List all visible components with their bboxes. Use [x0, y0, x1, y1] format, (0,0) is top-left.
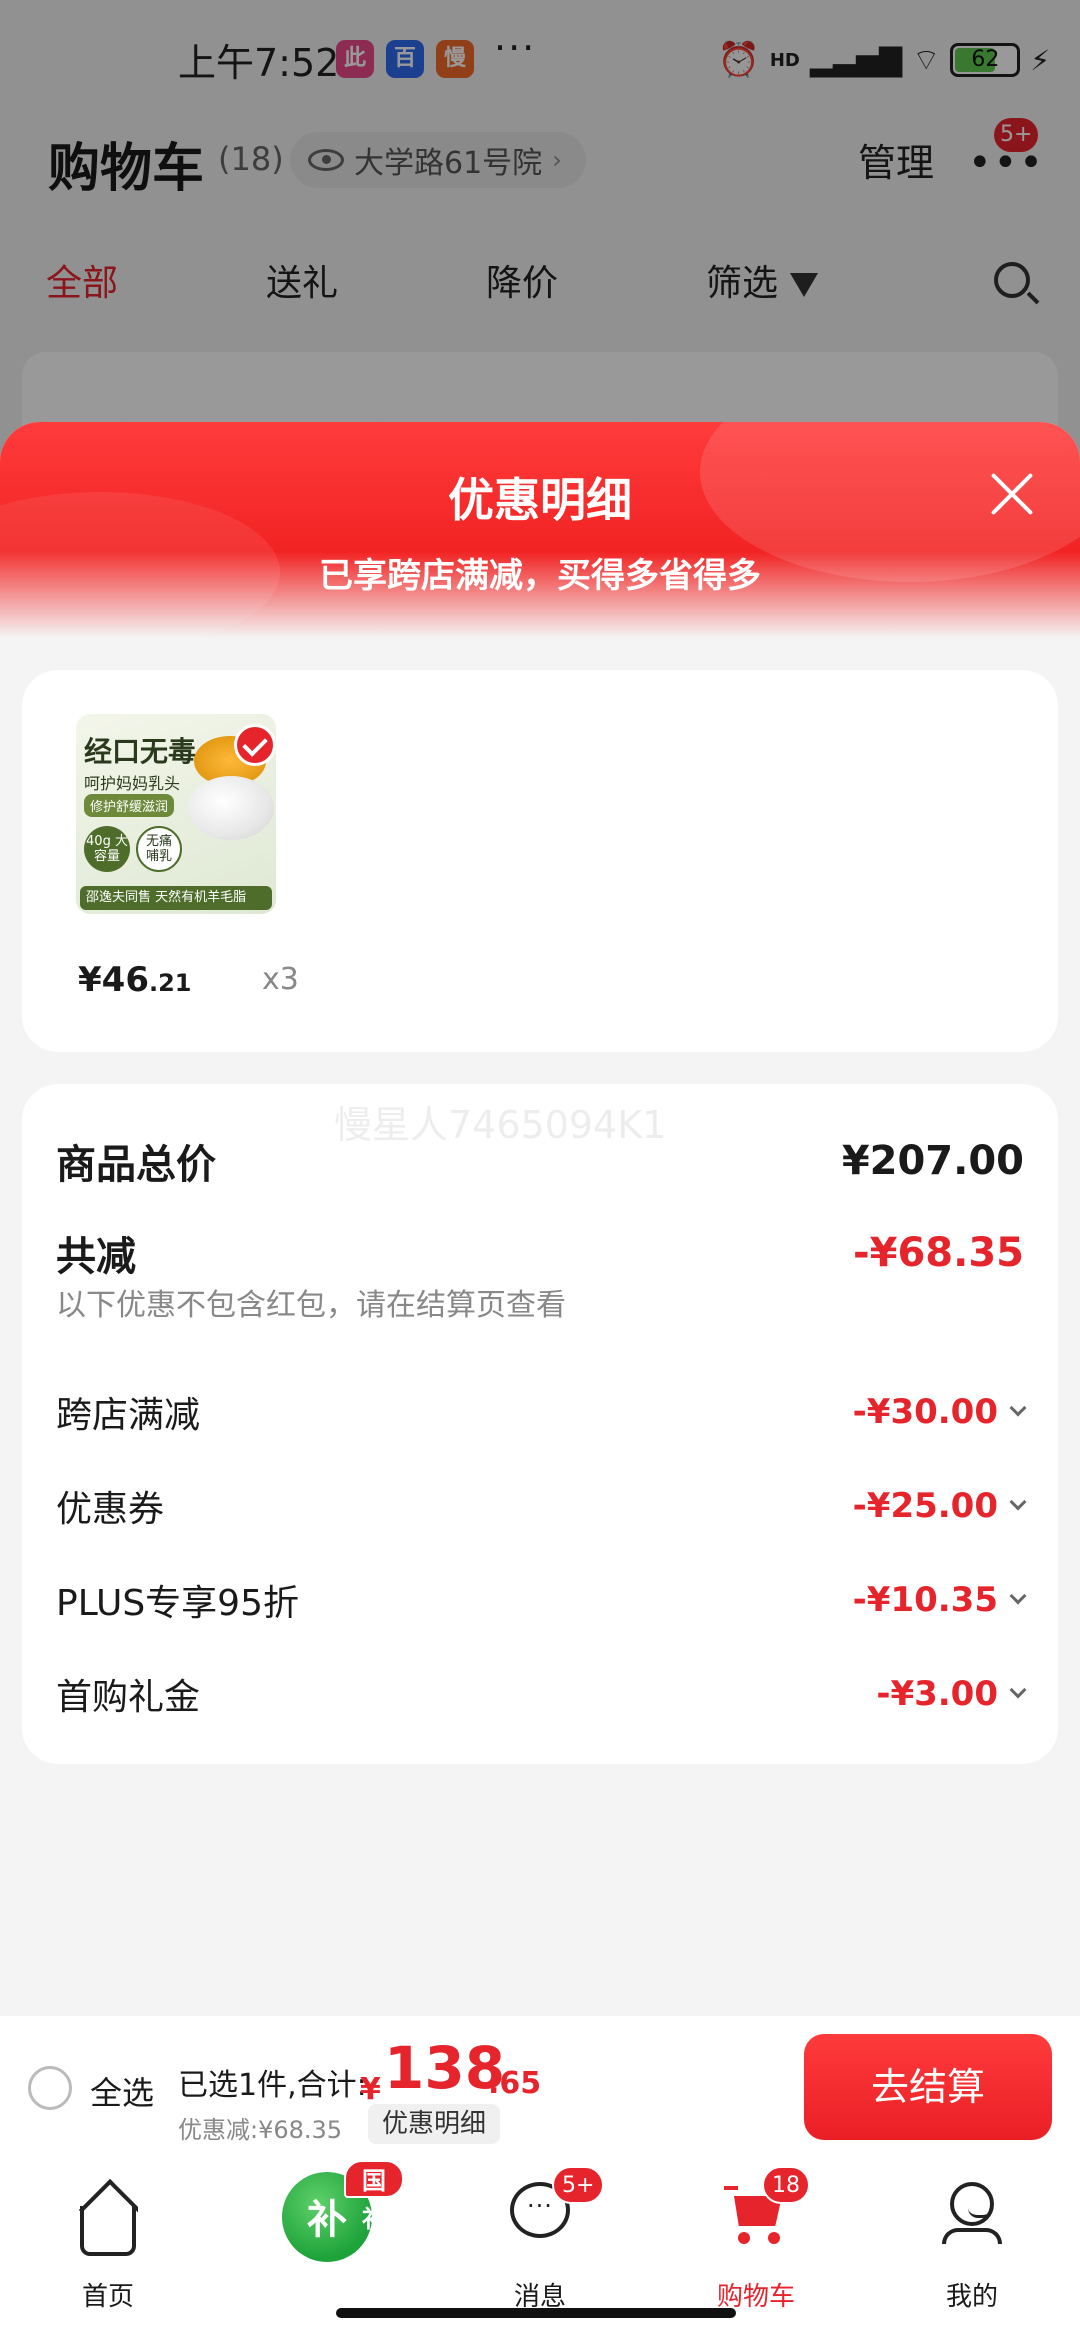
discount-item-amount: -¥30.00: [852, 1392, 998, 1432]
message-badge: 5+: [552, 2166, 605, 2204]
discount-item-row[interactable]: 跨店满减 -¥30.00: [56, 1386, 1027, 1438]
chevron-down-icon: [1009, 1587, 1027, 1605]
product-image-subline: 呵护妈妈乳头: [84, 774, 181, 793]
product-card: 经口无毒 呵护妈妈乳头 修护舒缓滋润 40g 大容量 无痛 哺乳 邵逸夫同售 天…: [22, 670, 1058, 1052]
close-icon[interactable]: [988, 470, 1036, 518]
sheet-subtitle: 已享跨店满减，买得多省得多: [319, 556, 761, 596]
discount-item-amount: -¥25.00: [852, 1486, 998, 1526]
nav-label: 我的: [945, 2282, 998, 2312]
price-detail-card: 慢星人7465094K1 商品总价 ¥207.00 共减 -¥68.35 以下优…: [22, 1084, 1058, 1764]
sheet-header: 优惠明细 已享跨店满减，买得多省得多: [0, 422, 1080, 652]
discount-item-amount: -¥10.35: [852, 1580, 998, 1620]
discount-item-row[interactable]: 首购礼金 -¥3.00: [56, 1668, 1027, 1720]
home-icon-body: [80, 2206, 136, 2256]
reduction-note: 以下优惠不包含红包，请在结算页查看: [56, 1288, 566, 1323]
reduction-label: 共减: [56, 1234, 136, 1280]
chevron-down-icon: [1009, 1681, 1027, 1699]
select-all-checkbox[interactable]: [28, 2066, 72, 2110]
product-price-main: ¥46: [78, 960, 149, 1000]
discount-item-label: 跨店满减: [56, 1395, 201, 1436]
discount-item-value: -¥30.00: [852, 1392, 1027, 1432]
sheet-title: 优惠明细: [448, 473, 632, 527]
nav-item-profile[interactable]: 我的: [892, 2176, 1052, 2326]
product-price-cents: .21: [148, 969, 192, 997]
user-icon: [942, 2182, 1002, 2244]
nav-item-subsidy[interactable]: 补 国补: [244, 2160, 404, 2326]
total-cents: .65: [488, 2066, 542, 2101]
product-image-badge-painless: 无痛 哺乳: [136, 826, 182, 872]
total-label: 商品总价: [56, 1142, 216, 1188]
subsidy-badge: 国补: [344, 2160, 404, 2233]
product-image-tag: 修护舒缓滋润: [84, 794, 175, 817]
total-currency: ¥: [360, 2072, 381, 2107]
discount-item-row[interactable]: PLUS专享95折 -¥10.35: [56, 1574, 1027, 1626]
chevron-down-icon: [1009, 1493, 1027, 1511]
discount-detail-sheet: 优惠明细 已享跨店满减，买得多省得多 经口无毒 呵护妈妈乳头 修护舒缓滋润 40…: [0, 422, 1080, 2122]
check-icon[interactable]: [234, 724, 276, 766]
discount-summary: 优惠减:¥68.35: [178, 2116, 343, 2144]
jar-graphic: [188, 776, 274, 840]
cart-badge: 18: [762, 2166, 810, 2204]
discount-item-row[interactable]: 优惠券 -¥25.00: [56, 1480, 1027, 1532]
select-all-label[interactable]: 全选: [90, 2068, 154, 2114]
total-amount: 138: [384, 2034, 506, 2102]
discount-item-label: 优惠券: [56, 1489, 165, 1530]
product-quantity: x3: [262, 962, 299, 997]
total-row: 商品总价 ¥207.00: [56, 1132, 1024, 1190]
chevron-down-icon: [1009, 1399, 1027, 1417]
discount-item-value: -¥3.00: [876, 1674, 1027, 1714]
checkout-button[interactable]: 去结算: [804, 2034, 1052, 2140]
product-image-badge-capacity: 40g 大容量: [84, 826, 130, 872]
product-image-headline: 经口无毒: [84, 735, 197, 768]
discount-item-value: -¥10.35: [852, 1580, 1027, 1620]
home-indicator[interactable]: [336, 2308, 736, 2318]
discount-detail-button[interactable]: 优惠明细: [368, 2104, 501, 2144]
nav-label: 首页: [81, 2282, 134, 2312]
discount-item-amount: -¥3.00: [876, 1674, 998, 1714]
nav-item-messages[interactable]: 5+ 消息: [460, 2166, 620, 2326]
selected-summary: 已选1件,合计:: [178, 2068, 367, 2103]
discount-item-value: -¥25.00: [852, 1486, 1027, 1526]
nav-item-cart[interactable]: 18 购物车: [676, 2166, 836, 2326]
checkout-bar: 全选 已选1件,合计: ¥ 138 .65 优惠减:¥68.35 优惠明细 去结…: [0, 2016, 1080, 2156]
reduction-row: 共减 -¥68.35: [56, 1224, 1024, 1282]
nav-item-home[interactable]: 首页: [28, 2176, 188, 2326]
discount-item-label: PLUS专享95折: [56, 1583, 299, 1624]
reduction-value: -¥68.35: [853, 1230, 1024, 1276]
product-price: ¥46.21: [78, 960, 192, 1000]
product-image-footer: 邵逸夫同售 天然有机羊毛脂: [80, 886, 272, 910]
total-value: ¥207.00: [841, 1138, 1024, 1184]
discount-item-label: 首购礼金: [56, 1677, 201, 1718]
